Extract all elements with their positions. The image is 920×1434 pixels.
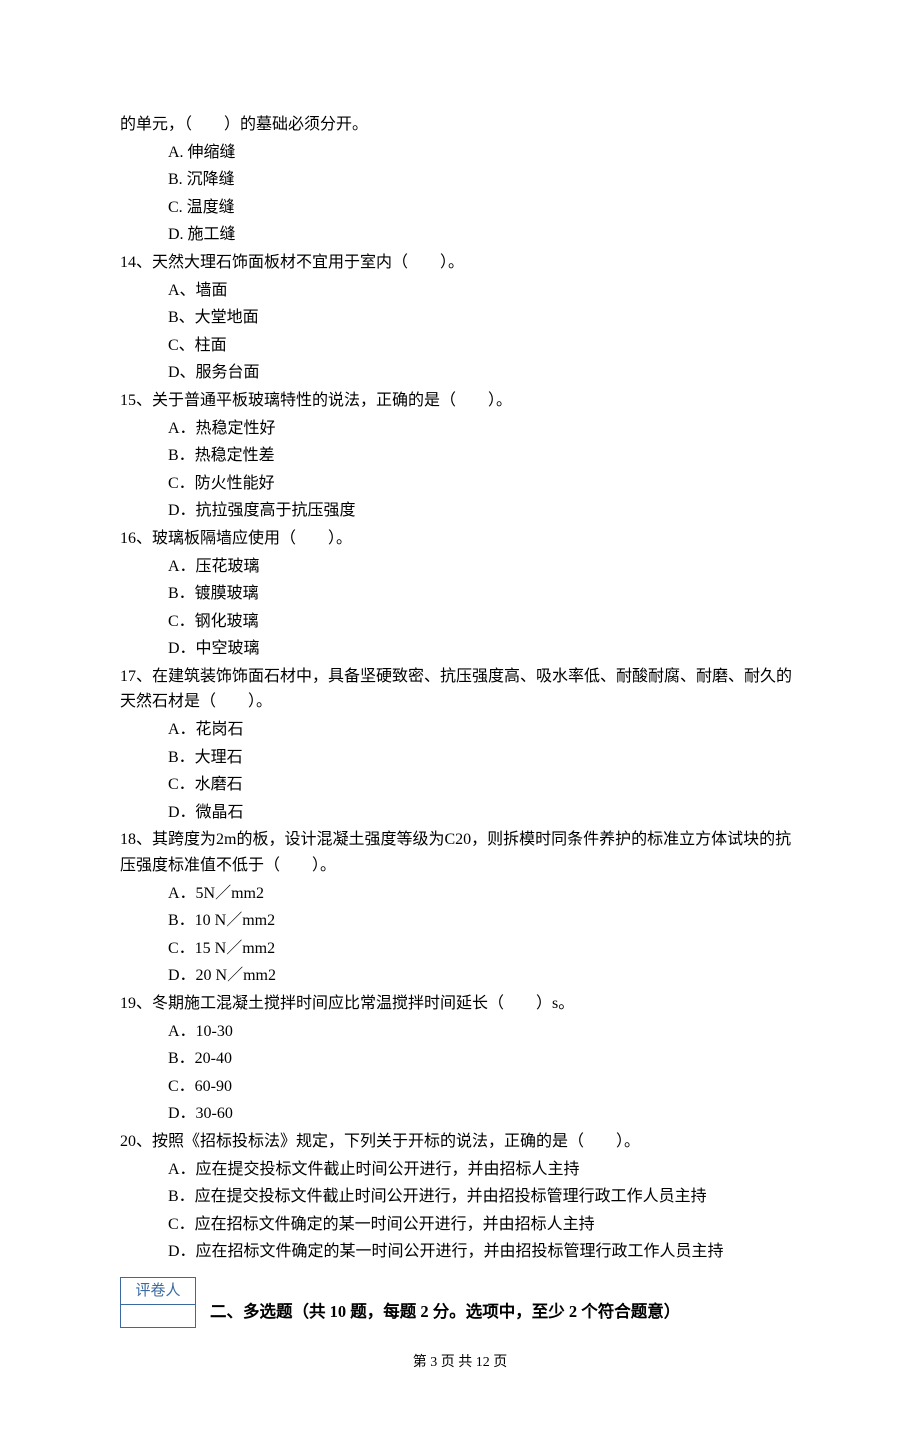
scorer-blank-cell [121, 1304, 196, 1327]
q17-stem: 17、在建筑装饰饰面石材中，具备坚硬致密、抗压强度高、吸水率低、耐酸耐腐、耐磨、… [120, 664, 800, 715]
q14-option-b: B、大堂地面 [120, 305, 800, 331]
q19-option-c: C．60-90 [120, 1074, 800, 1100]
q18-option-a: A．5N／mm2 [120, 881, 800, 907]
scorer-box: 评卷人 [120, 1277, 196, 1328]
page-footer: 第 3 页 共 12 页 [120, 1352, 800, 1374]
q20-stem: 20、按照《招标投标法》规定，下列关于开标的说法，正确的是（ ）。 [120, 1129, 800, 1155]
q20-option-c: C．应在招标文件确定的某一时间公开进行，并由招标人主持 [120, 1212, 800, 1238]
q13-option-d: D. 施工缝 [120, 222, 800, 248]
q16-option-d: D．中空玻璃 [120, 636, 800, 662]
q14-option-a: A、墙面 [120, 278, 800, 304]
q14-option-d: D、服务台面 [120, 360, 800, 386]
page-content: 的单元，（ ）的墓础必须分开。 A. 伸缩缝 B. 沉降缝 C. 温度缝 D. … [0, 0, 920, 1434]
q13-option-a: A. 伸缩缝 [120, 140, 800, 166]
q19-option-d: D．30-60 [120, 1101, 800, 1127]
q13-option-c: C. 温度缝 [120, 195, 800, 221]
q16-option-a: A．压花玻璃 [120, 554, 800, 580]
q14-stem: 14、天然大理石饰面板材不宜用于室内（ ）。 [120, 250, 800, 276]
q16-stem: 16、玻璃板隔墙应使用（ ）。 [120, 526, 800, 552]
q20-option-b: B．应在提交投标文件截止时间公开进行，并由招投标管理行政工作人员主持 [120, 1184, 800, 1210]
q17-option-a: A．花岗石 [120, 717, 800, 743]
q17-option-d: D．微晶石 [120, 800, 800, 826]
q19-option-b: B．20-40 [120, 1046, 800, 1072]
q14-option-c: C、柱面 [120, 333, 800, 359]
q20-option-d: D．应在招标文件确定的某一时间公开进行，并由招投标管理行政工作人员主持 [120, 1239, 800, 1265]
q17-option-b: B．大理石 [120, 745, 800, 771]
q13-option-b: B. 沉降缝 [120, 167, 800, 193]
q19-stem: 19、冬期施工混凝土搅拌时间应比常温搅拌时间延长（ ）s。 [120, 991, 800, 1017]
q15-stem: 15、关于普通平板玻璃特性的说法，正确的是（ ）。 [120, 388, 800, 414]
q15-option-a: A．热稳定性好 [120, 416, 800, 442]
q15-option-d: D．抗拉强度高于抗压强度 [120, 498, 800, 524]
q18-stem: 18、其跨度为2m的板，设计混凝土强度等级为C20，则拆模时同条件养护的标准立方… [120, 827, 800, 878]
section-2-header-row: 评卷人 二、多选题（共 10 题，每题 2 分。选项中，至少 2 个符合题意） [120, 1267, 800, 1328]
q15-option-b: B．热稳定性差 [120, 443, 800, 469]
q18-option-b: B．10 N／mm2 [120, 908, 800, 934]
q16-option-b: B．镀膜玻璃 [120, 581, 800, 607]
section-2-title: 二、多选题（共 10 题，每题 2 分。选项中，至少 2 个符合题意） [210, 1299, 680, 1328]
q18-option-c: C．15 N／mm2 [120, 936, 800, 962]
q16-option-c: C．钢化玻璃 [120, 609, 800, 635]
q15-option-c: C．防火性能好 [120, 471, 800, 497]
q20-option-a: A．应在提交投标文件截止时间公开进行，并由招标人主持 [120, 1157, 800, 1183]
scorer-label-cell: 评卷人 [121, 1277, 196, 1304]
q13-stem-continued: 的单元，（ ）的墓础必须分开。 [120, 112, 800, 138]
q17-option-c: C．水磨石 [120, 772, 800, 798]
q19-option-a: A．10-30 [120, 1019, 800, 1045]
q18-option-d: D．20 N／mm2 [120, 963, 800, 989]
